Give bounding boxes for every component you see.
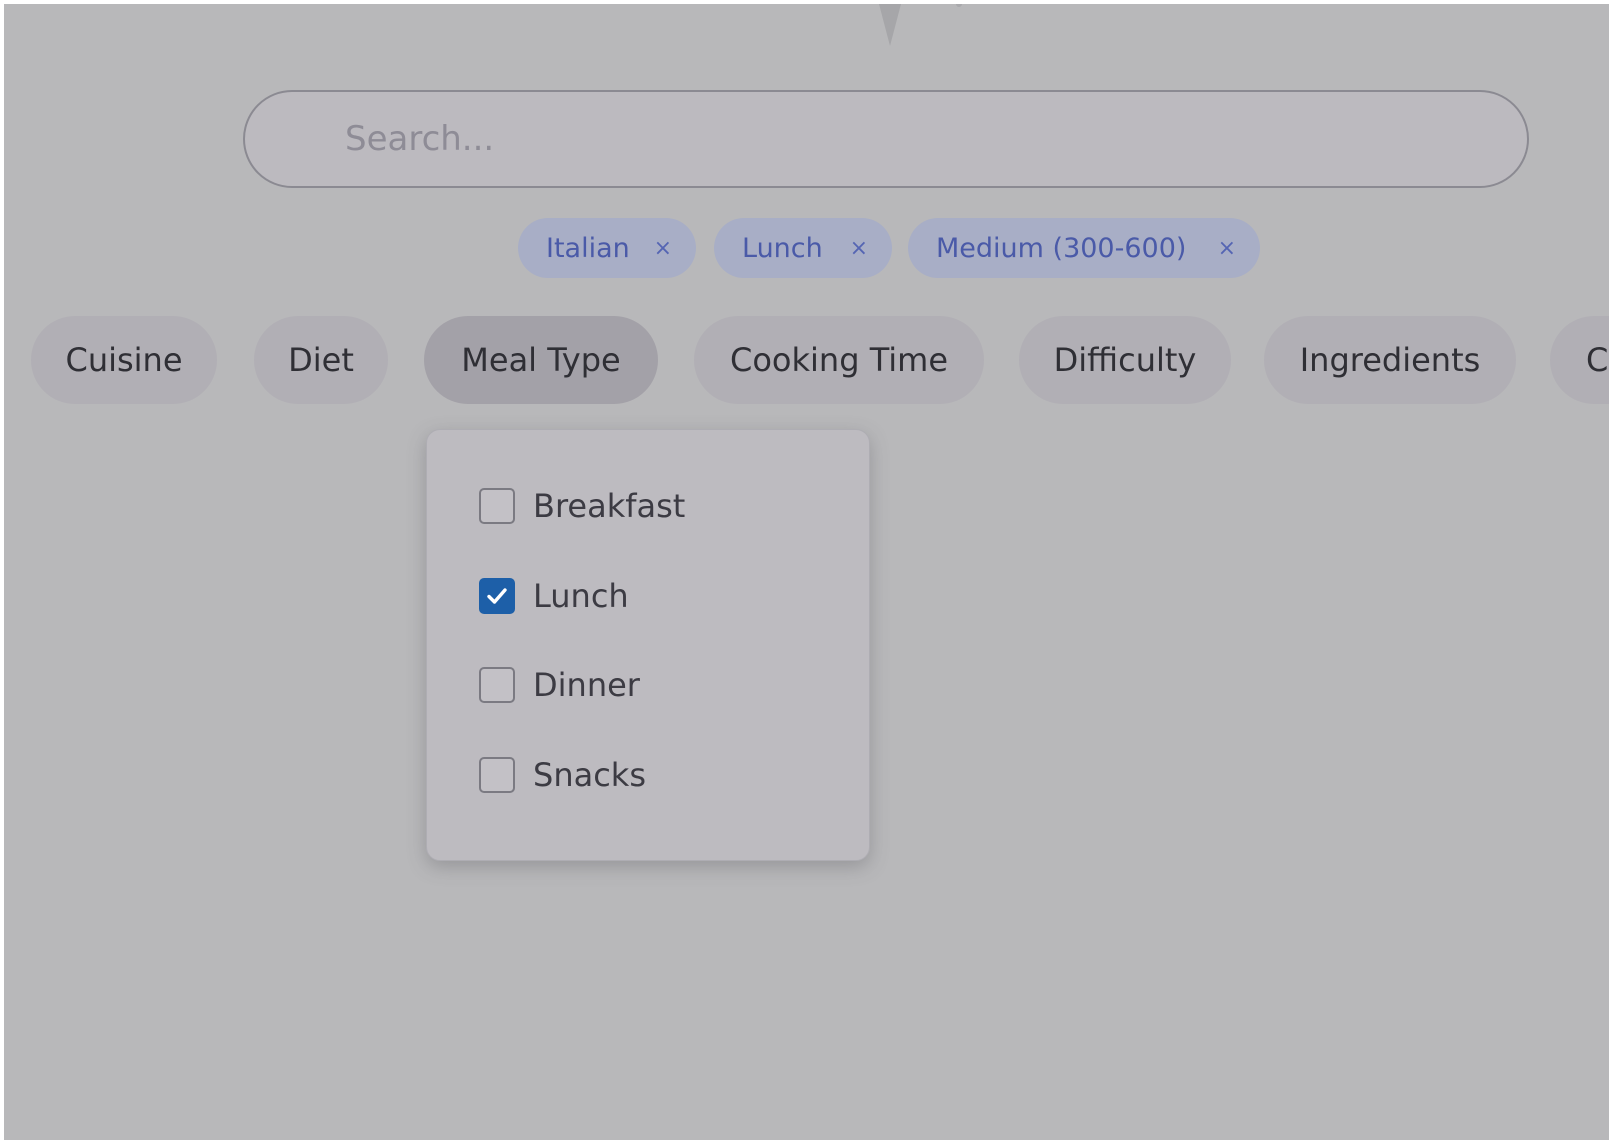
option-label: Snacks xyxy=(533,756,646,794)
chip-label: Italian xyxy=(546,232,630,264)
search-bar[interactable] xyxy=(243,90,1529,188)
chip-label: Lunch xyxy=(742,232,823,264)
tab-label: C xyxy=(1586,341,1609,379)
dot-icon xyxy=(956,4,962,7)
option-label: Dinner xyxy=(533,666,640,704)
tab-label: Ingredients xyxy=(1299,341,1481,379)
checkbox[interactable] xyxy=(479,757,515,793)
tab-label: Cuisine xyxy=(65,341,183,379)
tab-partial[interactable]: C xyxy=(1550,316,1609,404)
tab-cuisine[interactable]: Cuisine xyxy=(31,316,217,404)
chip-lunch[interactable]: Lunch × xyxy=(714,218,892,278)
checkbox[interactable] xyxy=(479,578,515,614)
tab-diet[interactable]: Diet xyxy=(254,316,388,404)
remove-icon[interactable]: × xyxy=(1218,218,1236,278)
option-lunch[interactable]: Lunch xyxy=(479,571,629,621)
chip-italian[interactable]: Italian × xyxy=(518,218,696,278)
meal-type-dropdown: Breakfast Lunch Dinner Snacks xyxy=(426,429,870,861)
chip-medium-calories[interactable]: Medium (300-600) × xyxy=(908,218,1260,278)
option-snacks[interactable]: Snacks xyxy=(479,750,646,800)
active-filter-chips: Italian × Lunch × Medium (300-600) × xyxy=(4,218,1609,278)
option-label: Breakfast xyxy=(533,487,686,525)
dropdown-arrow-icon xyxy=(879,4,901,46)
chip-label: Medium (300-600) xyxy=(936,232,1187,264)
tab-ingredients[interactable]: Ingredients xyxy=(1264,316,1516,404)
remove-icon[interactable]: × xyxy=(654,218,672,278)
option-label: Lunch xyxy=(533,577,629,615)
checkmark-icon xyxy=(487,588,507,604)
checkbox[interactable] xyxy=(479,488,515,524)
checkbox[interactable] xyxy=(479,667,515,703)
option-dinner[interactable]: Dinner xyxy=(479,660,640,710)
tab-label: Diet xyxy=(288,341,354,379)
app-frame: Italian × Lunch × Medium (300-600) × Cui… xyxy=(4,4,1609,1140)
tab-label: Cooking Time xyxy=(730,341,948,379)
tab-meal-type[interactable]: Meal Type xyxy=(424,316,658,404)
search-input[interactable] xyxy=(345,92,1495,186)
remove-icon[interactable]: × xyxy=(850,218,868,278)
tab-cooking-time[interactable]: Cooking Time xyxy=(694,316,984,404)
tab-label: Difficulty xyxy=(1053,341,1197,379)
option-breakfast[interactable]: Breakfast xyxy=(479,481,685,531)
tab-label: Meal Type xyxy=(461,341,621,379)
filter-category-bar: Cuisine Diet Meal Type Cooking Time Diff… xyxy=(4,316,1609,404)
tab-difficulty[interactable]: Difficulty xyxy=(1019,316,1231,404)
